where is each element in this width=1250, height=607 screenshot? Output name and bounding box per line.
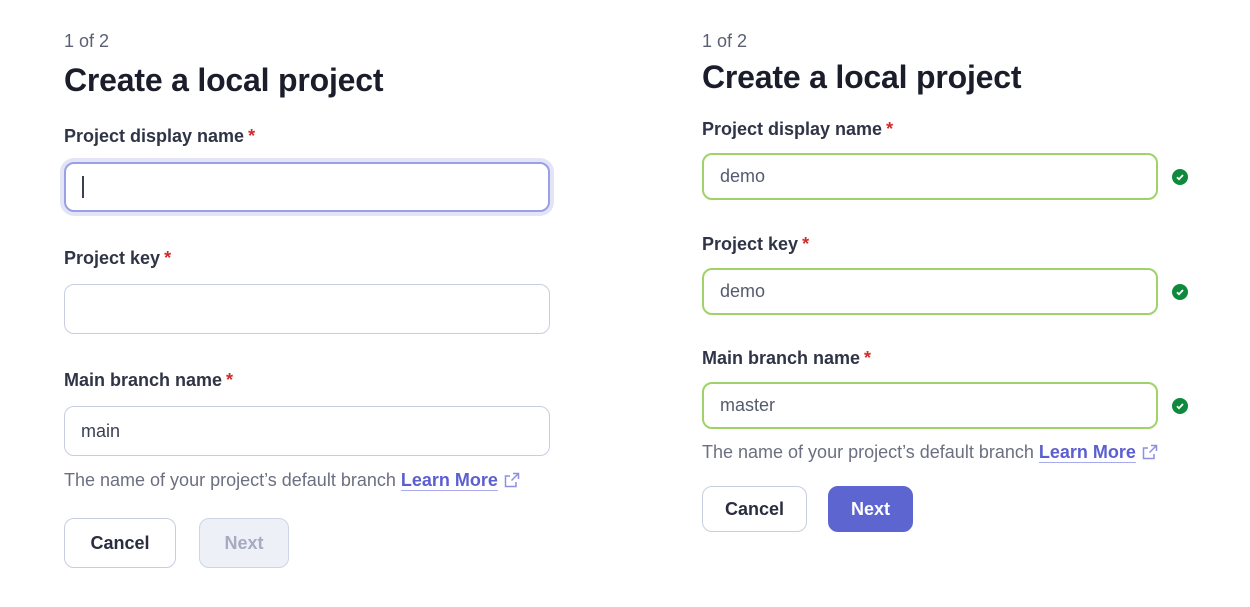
page-title: Create a local project [702, 59, 1022, 95]
learn-more-link[interactable]: Learn More [1039, 442, 1158, 462]
next-button[interactable]: Next [199, 518, 289, 568]
branch-name-label: Main branch name * [702, 348, 872, 368]
check-circle-icon [1172, 283, 1188, 300]
check-circle-icon [1172, 397, 1188, 414]
display-name-label: Project display name * [64, 126, 256, 146]
branch-name-label: Main branch name * [64, 370, 234, 390]
branch-hint: The name of your project’s default branc… [64, 470, 520, 491]
required-marker: * [226, 370, 234, 390]
step-indicator: 1 of 2 [64, 31, 110, 51]
required-marker: * [886, 119, 894, 139]
project-key-row: demo [702, 268, 1188, 315]
project-key-label: Project key * [702, 234, 810, 254]
learn-more-link[interactable]: Learn More [401, 470, 520, 490]
branch-name-input[interactable]: master [702, 382, 1158, 429]
external-link-icon [1142, 444, 1158, 460]
check-circle-icon [1172, 168, 1188, 185]
project-key-label: Project key * [64, 248, 172, 268]
display-name-label: Project display name * [702, 119, 894, 139]
required-marker: * [164, 248, 172, 268]
cancel-button[interactable]: Cancel [702, 486, 807, 532]
page-title: Create a local project [64, 62, 384, 98]
next-button[interactable]: Next [828, 486, 913, 532]
external-link-icon [504, 472, 520, 488]
display-name-row: demo [702, 153, 1188, 200]
display-name-input[interactable] [64, 162, 550, 212]
project-key-input[interactable] [64, 284, 550, 334]
text-caret [82, 176, 84, 198]
step-indicator: 1 of 2 [702, 31, 748, 51]
display-name-input[interactable]: demo [702, 153, 1158, 200]
branch-name-row: master [702, 382, 1188, 429]
required-marker: * [802, 234, 810, 254]
cancel-button[interactable]: Cancel [64, 518, 176, 568]
branch-hint: The name of your project’s default branc… [702, 442, 1158, 463]
project-key-input[interactable]: demo [702, 268, 1158, 315]
required-marker: * [864, 348, 872, 368]
required-marker: * [248, 126, 256, 146]
branch-name-input[interactable]: main [64, 406, 550, 456]
